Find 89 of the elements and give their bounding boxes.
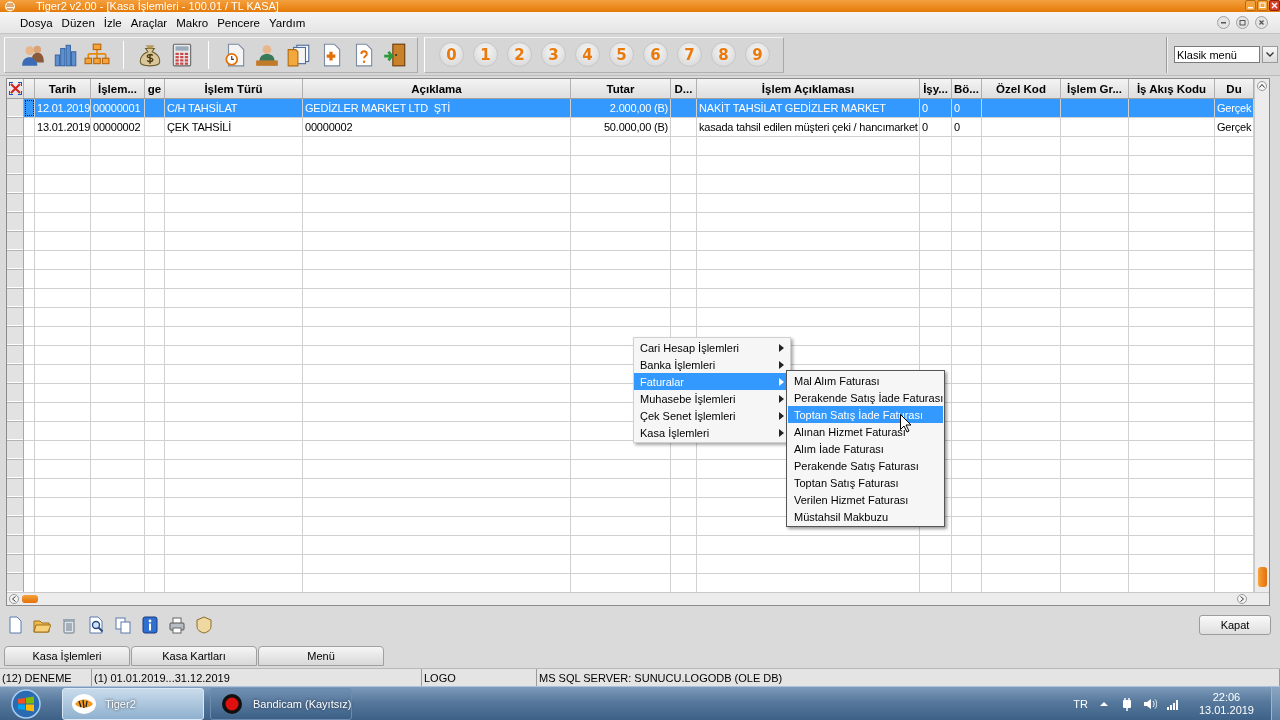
table-cell: 2.000,00 (B) <box>609 102 668 114</box>
table-cell: Gerçek <box>1217 102 1252 114</box>
table-cell: GEDİZLER MARKET LTD ŞTİ <box>305 102 451 114</box>
taskbar-item[interactable]: Bandicam (Kayıtsız) <box>210 687 352 720</box>
menu-item[interactable]: Alım İade Faturası <box>788 440 943 457</box>
table-cell: 00000002 <box>93 121 141 133</box>
table-cell: Gerçek <box>1217 121 1252 133</box>
speaker-icon[interactable] <box>1142 696 1157 711</box>
column-header[interactable]: İşy... <box>920 79 952 98</box>
menu-item[interactable]: Yardım <box>265 16 310 29</box>
app-logo-icon <box>4 0 16 12</box>
tab-button[interactable]: Menü <box>258 646 384 666</box>
close-button[interactable]: Kapat <box>1199 615 1271 635</box>
column-header[interactable]: Özel Kod <box>982 79 1061 98</box>
shield-icon[interactable] <box>195 616 213 634</box>
close-icon[interactable] <box>1255 16 1268 29</box>
tab-button[interactable]: Kasa Kartları <box>131 646 257 666</box>
minimize-icon[interactable] <box>1217 16 1230 29</box>
column-header[interactable]: D... <box>671 79 697 98</box>
menu-item[interactable]: Çek Senet İşlemleri <box>634 407 790 424</box>
table-cell: 50.000,00 (B) <box>603 121 668 133</box>
minimize-icon[interactable] <box>1245 0 1256 11</box>
scroll-left-icon[interactable] <box>9 594 19 604</box>
table-cell: 0 <box>922 102 928 114</box>
table-cell: C/H TAHSİLAT <box>167 102 238 114</box>
table-cell: 12.01.2019 <box>37 102 91 114</box>
scroll-up-icon[interactable] <box>1257 81 1267 91</box>
column-header[interactable]: Tarih <box>35 79 91 98</box>
table-cell: 0 <box>922 121 928 133</box>
menu-item[interactable]: Banka İşlemleri <box>634 356 790 373</box>
cross-arrows-icon[interactable] <box>8 82 22 95</box>
column-header[interactable]: İşlem Gr... <box>1061 79 1129 98</box>
restore-icon[interactable] <box>1236 16 1249 29</box>
menu-item[interactable]: Düzen <box>57 16 99 29</box>
menu-item[interactable]: Verilen Hizmet Faturası <box>788 491 943 508</box>
menu-item[interactable]: Perakende Satış İade Faturası <box>788 389 943 406</box>
menu-item[interactable]: İzle <box>99 16 126 29</box>
table-row[interactable]: 13.01.2019 00000002 ÇEK TAHSİLİ 00000002 50.000,00 (B) kasada tahsil edilen müşteri çeki / hancımarket 0 0 Gerçek <box>24 118 1254 137</box>
tab-button[interactable]: Kasa İşlemleri <box>4 646 130 666</box>
column-header[interactable]: İşlem Türü <box>165 79 303 98</box>
copy-icon[interactable] <box>114 616 132 634</box>
menu-item[interactable]: Mal Alım Faturası <box>788 372 943 389</box>
table-cell: 0 <box>954 102 960 114</box>
chevron-down-icon <box>1266 52 1274 57</box>
menu-item[interactable]: Pencere <box>213 16 264 29</box>
column-header[interactable]: Tutar <box>571 79 671 98</box>
menu-item[interactable]: Muhasebe İşlemleri <box>634 390 790 407</box>
column-header[interactable]: İşlem... <box>91 79 145 98</box>
printer-icon[interactable] <box>168 616 186 634</box>
menu-item[interactable]: Müstahsil Makbuzu <box>788 508 943 525</box>
menu-item[interactable]: Makro <box>172 16 213 29</box>
new-document-icon[interactable] <box>6 616 24 634</box>
table-cell: ÇEK TAHSİLİ <box>167 121 232 133</box>
record-icon <box>219 692 245 715</box>
scrollbar-thumb[interactable] <box>22 595 38 603</box>
table-cell: 00000001 <box>93 102 141 114</box>
table-cell: 13.01.2019 <box>37 121 91 133</box>
dropdown-button[interactable] <box>1262 46 1278 63</box>
menu-item[interactable]: Dosya <box>16 16 57 29</box>
language-indicator[interactable]: TR <box>1073 697 1088 710</box>
tiger-logo-icon <box>71 692 97 715</box>
menu-item[interactable]: Cari Hesap İşlemleri <box>634 339 790 356</box>
vertical-scrollbar[interactable] <box>1254 79 1269 592</box>
menu-item[interactable]: Kasa İşlemleri <box>634 424 790 441</box>
menu-item[interactable]: Toptan Satış Faturası <box>788 474 943 491</box>
scroll-right-icon[interactable] <box>1237 594 1247 604</box>
horizontal-scrollbar[interactable] <box>7 592 1269 605</box>
clock-time: 22:06 <box>1212 690 1241 704</box>
menu-item[interactable]: Perakende Satış Faturası <box>788 457 943 474</box>
menu-item[interactable]: Araçlar <box>126 16 172 29</box>
table-cell: NAKİT TAHSİLAT GEDİZLER MARKET <box>699 102 886 114</box>
table-cell: 00000002 <box>305 121 353 133</box>
menu-item[interactable]: Alınan Hizmet Faturası <box>788 423 943 440</box>
scrollbar-thumb[interactable] <box>1257 567 1267 587</box>
table-cell: 0 <box>954 121 960 133</box>
table-cell: kasada tahsil edilen müşteri çeki / hancımarket <box>699 121 918 133</box>
column-header[interactable]: ge <box>145 79 165 98</box>
clock-date: 13.01.2019 <box>1198 703 1254 717</box>
column-header[interactable]: İş Akış Kodu <box>1129 79 1215 98</box>
info-icon[interactable] <box>141 616 159 634</box>
maximize-icon[interactable] <box>1257 0 1268 11</box>
column-header[interactable]: Bö... <box>952 79 982 98</box>
window-title: Tiger2 v2.00 - [Kasa İşlemleri - 100.01 / TL KASA] <box>36 0 279 12</box>
menu-style-field[interactable]: Klasik menü <box>1174 46 1260 63</box>
column-header[interactable]: İşlem Açıklaması <box>697 79 920 98</box>
close-icon[interactable] <box>1269 0 1280 11</box>
exit-door-icon[interactable] <box>382 41 408 68</box>
column-header[interactable]: Açıklama <box>303 79 571 98</box>
document-search-icon[interactable] <box>87 616 105 634</box>
